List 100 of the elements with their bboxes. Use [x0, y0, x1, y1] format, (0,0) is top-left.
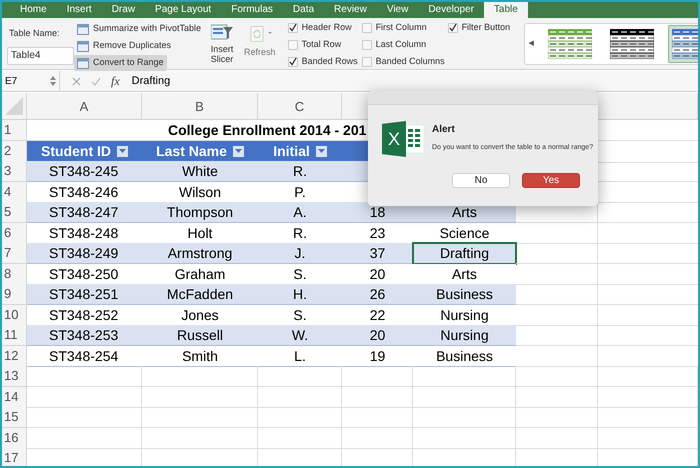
option-checkbox[interactable]: First Column [362, 19, 448, 36]
row-header[interactable]: 6 [2, 222, 27, 244]
row-header[interactable]: 9 [2, 284, 27, 305]
row-header[interactable]: 10 [2, 304, 27, 326]
sheet-cell[interactable]: ST348-251 [27, 284, 142, 305]
ribbon-tool-button[interactable]: Convert to Range [74, 55, 167, 71]
table-header-cell: Last Name [142, 140, 258, 162]
sheet-cell[interactable]: McFadden [142, 284, 258, 305]
empty-cell[interactable] [342, 428, 413, 448]
ribbon-tab[interactable]: Draw [102, 2, 146, 18]
ribbon-tab[interactable]: Review [324, 2, 377, 18]
option-checkbox[interactable]: Banded Columns [362, 53, 448, 70]
sheet-cell[interactable]: R. [258, 161, 342, 182]
empty-cell[interactable] [598, 428, 698, 448]
empty-cell[interactable] [413, 428, 516, 448]
empty-cell[interactable] [142, 366, 258, 387]
name-box[interactable]: E7 [2, 70, 60, 92]
row-header[interactable]: 4 [2, 182, 27, 202]
empty-cell[interactable] [258, 407, 342, 428]
empty-cell[interactable] [342, 386, 413, 408]
empty-cell[interactable] [142, 407, 258, 428]
option-checkbox[interactable]: Last Column [362, 36, 448, 53]
empty-cell[interactable] [258, 366, 342, 387]
sheet-cell[interactable]: ST348-249 [27, 243, 142, 264]
no-button[interactable]: No [452, 173, 510, 188]
row-header[interactable]: 12 [2, 346, 27, 366]
empty-cell[interactable] [516, 407, 598, 428]
row-header[interactable]: 11 [2, 325, 27, 346]
option-checkbox[interactable]: Total Row [288, 36, 362, 53]
ribbon-tab[interactable]: Formulas [221, 2, 283, 18]
row-header[interactable]: 8 [2, 264, 27, 284]
sheet-cell[interactable]: Nursing [413, 325, 516, 346]
ribbon-tab[interactable]: Insert [56, 2, 102, 18]
sheet-cell[interactable]: ST348-245 [27, 161, 142, 182]
column-header[interactable]: C [258, 93, 342, 120]
ribbon-tab[interactable]: Data [282, 2, 324, 18]
empty-cell[interactable] [142, 386, 258, 408]
column-header[interactable]: A [27, 93, 142, 120]
row-header[interactable]: 2 [2, 140, 27, 162]
empty-cell[interactable] [598, 366, 698, 387]
table-tool-icon [77, 40, 89, 52]
sheet-cell[interactable]: H. [258, 284, 342, 305]
empty-cell[interactable] [342, 407, 413, 428]
empty-cell[interactable] [142, 428, 258, 448]
row-header[interactable]: 7 [2, 243, 27, 264]
sheet-cell[interactable]: Drafting [413, 243, 516, 264]
filter-dropdown-button[interactable] [117, 146, 128, 156]
option-checkbox[interactable]: Header Row [288, 19, 362, 36]
row-header[interactable]: 1 [2, 120, 27, 141]
empty-cell[interactable] [413, 386, 516, 408]
sheet-cell[interactable]: White [142, 161, 258, 182]
sheet-cell[interactable]: Russell [142, 325, 258, 346]
sheet-cell[interactable]: 37 [342, 243, 413, 264]
ribbon-tool-button[interactable]: Remove Duplicates [74, 38, 174, 54]
table-style-thumbnail [548, 29, 592, 59]
row-header[interactable]: 3 [2, 161, 27, 182]
empty-cell[interactable] [258, 386, 342, 408]
stepper-icon [50, 76, 56, 86]
sheet-cell[interactable]: Thompson [142, 202, 258, 223]
sheet-cell[interactable]: ST348-247 [27, 202, 142, 223]
sheet-cell[interactable]: Armstrong [142, 243, 258, 264]
empty-cell[interactable] [516, 386, 598, 408]
sheet-cell[interactable]: J. [258, 243, 342, 264]
empty-cell[interactable] [598, 407, 698, 428]
row-header[interactable]: 17 [2, 448, 27, 466]
ribbon-tab[interactable]: Developer [418, 2, 484, 18]
sheet-cell[interactable]: A. [258, 202, 342, 223]
insert-slicer-button[interactable]: Insert Slicer [204, 24, 240, 64]
option-checkbox[interactable]: Banded Rows [288, 53, 362, 70]
filter-dropdown-button[interactable] [316, 146, 327, 156]
ribbon-tab[interactable]: Table [484, 2, 528, 18]
row-header[interactable]: 13 [2, 366, 27, 387]
table-name-field[interactable]: Table4 [7, 46, 74, 64]
ribbon-tab[interactable]: View [376, 2, 418, 18]
empty-cell[interactable] [598, 386, 698, 408]
column-header[interactable]: B [142, 93, 258, 120]
yes-button[interactable]: Yes [522, 173, 580, 188]
empty-cell[interactable] [413, 407, 516, 428]
sheet-cell[interactable]: 26 [342, 284, 413, 305]
empty-cell[interactable] [516, 366, 598, 387]
checkmark-icon [288, 23, 297, 32]
sheet-cell[interactable]: ST348-253 [27, 325, 142, 346]
empty-cell[interactable] [342, 366, 413, 387]
empty-cell[interactable] [413, 366, 516, 387]
ribbon-tool-button[interactable]: Summarize with PivotTable [74, 21, 204, 37]
sheet-cell[interactable]: W. [258, 325, 342, 346]
row-header[interactable]: 16 [2, 428, 27, 448]
check-icon [91, 76, 101, 86]
sheet-cell[interactable]: 20 [342, 325, 413, 346]
empty-cell[interactable] [516, 428, 598, 448]
sheet-cell[interactable]: Business [413, 284, 516, 305]
option-checkbox[interactable]: Filter Button [448, 19, 524, 36]
row-header[interactable]: 14 [2, 386, 27, 408]
filter-dropdown-button[interactable] [232, 146, 244, 156]
empty-cell[interactable] [258, 428, 342, 448]
ribbon-tab[interactable]: Page Layout [145, 2, 222, 18]
ribbon-tab[interactable]: Home [10, 2, 57, 18]
formula-input-field[interactable]: Drafting [128, 72, 170, 90]
row-header[interactable]: 15 [2, 407, 27, 428]
row-header[interactable]: 5 [2, 202, 27, 223]
